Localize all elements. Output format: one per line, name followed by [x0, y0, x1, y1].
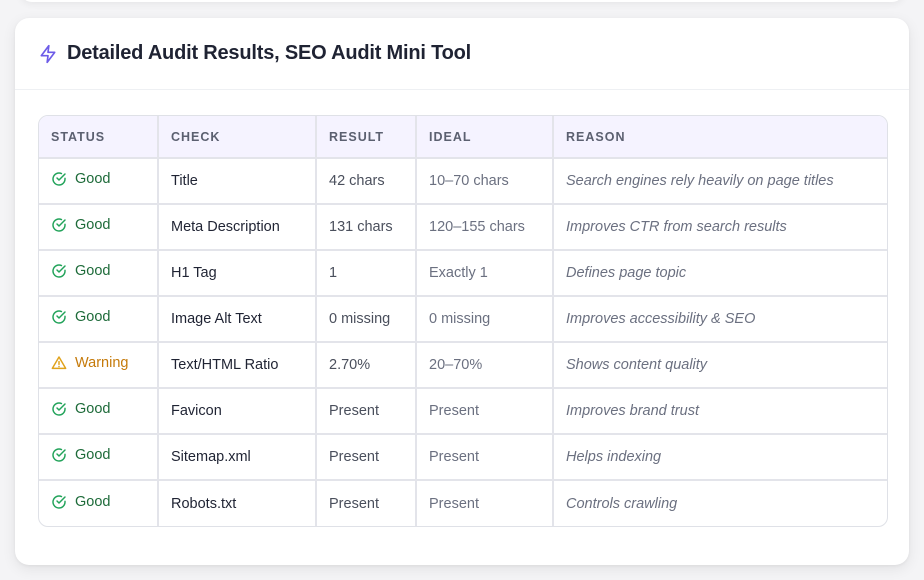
column-header-result: RESULT — [316, 116, 417, 159]
table-header-row: STATUS CHECK RESULT IDEAL REASON — [39, 116, 887, 159]
status-cell: Good — [39, 434, 159, 481]
check-cell: Text/HTML Ratio — [158, 342, 317, 389]
check-circle-icon — [51, 401, 67, 417]
column-header-status: STATUS — [39, 116, 159, 159]
status-badge: Good — [51, 447, 110, 463]
status-badge: Good — [51, 263, 110, 279]
result-cell: Present — [316, 388, 417, 435]
check-circle-icon — [51, 171, 67, 187]
status-cell: Good — [39, 388, 159, 435]
result-cell: 0 missing — [316, 296, 417, 343]
audit-results-card: Detailed Audit Results, SEO Audit Mini T… — [15, 18, 909, 565]
card-title: Detailed Audit Results, SEO Audit Mini T… — [67, 42, 471, 64]
status-label: Good — [75, 401, 111, 417]
reason-cell: Search engines rely heavily on page titl… — [553, 158, 887, 205]
reason-cell: Improves brand trust — [553, 388, 887, 435]
status-label: Good — [75, 493, 111, 510]
reason-cell: Helps indexing — [553, 434, 887, 481]
status-badge: Good — [51, 401, 110, 417]
result-cell: Present — [316, 480, 417, 526]
column-header-check: CHECK — [158, 116, 317, 159]
check-circle-icon — [51, 447, 67, 463]
table-row: Good Meta Description 131 chars 120–155 cha… — [39, 204, 887, 251]
status-cell: Good — [39, 204, 159, 251]
check-circle-icon — [51, 263, 67, 279]
audit-table: STATUS CHECK RESULT IDEAL REASON Good Tit… — [39, 116, 887, 526]
check-circle-icon — [51, 494, 67, 510]
status-cell: Good — [39, 250, 159, 297]
reason-cell: Improves CTR from search results — [553, 204, 887, 251]
card-header: Detailed Audit Results, SEO Audit Mini T… — [15, 18, 909, 90]
ideal-cell: Present — [416, 388, 554, 435]
status-cell: Good — [39, 480, 159, 526]
status-cell: Good — [39, 158, 159, 205]
status-badge: Good — [51, 309, 110, 325]
ideal-cell: 120–155 chars — [416, 204, 554, 251]
check-cell: Sitemap.xml — [158, 434, 317, 481]
check-cell: Title — [158, 158, 317, 205]
table-row: Good Favicon Present Present Improves brand … — [39, 388, 887, 435]
status-badge: Good — [51, 171, 110, 187]
result-cell: Present — [316, 434, 417, 481]
check-circle-icon — [51, 217, 67, 233]
check-circle-icon — [51, 309, 67, 325]
warning-triangle-icon — [51, 355, 67, 371]
table-row: Good Image Alt Text 0 missing 0 missing Impr… — [39, 296, 887, 343]
status-label: Warning — [75, 355, 129, 371]
audit-table-container: STATUS CHECK RESULT IDEAL REASON Good Tit… — [38, 115, 888, 527]
ideal-cell: 20–70% — [416, 342, 554, 389]
table-body: Good Title 42 chars 10–70 chars Search engin… — [39, 158, 887, 526]
status-cell: Good — [39, 296, 159, 343]
ideal-cell: Present — [416, 480, 554, 526]
check-cell: H1 Tag — [158, 250, 317, 297]
result-cell: 2.70% — [316, 342, 417, 389]
ideal-cell: Exactly 1 — [416, 250, 554, 297]
table-row: Good Sitemap.xml Present Present Helps index… — [39, 434, 887, 481]
status-badge: Good — [51, 494, 110, 510]
check-cell: Favicon — [158, 388, 317, 435]
reason-cell: Controls crawling — [566, 495, 678, 512]
reason-cell: Improves accessibility & SEO — [553, 296, 887, 343]
table-row: Good Title 42 chars 10–70 chars Search engin… — [39, 158, 887, 205]
status-cell: Warning — [39, 342, 159, 389]
status-badge: Good — [51, 217, 110, 233]
result-cell: 42 chars — [316, 158, 417, 205]
lightning-icon — [38, 44, 58, 64]
table-row: Good H1 Tag 1 Exactly 1 Defines page topic — [39, 250, 887, 297]
check-cell: Meta Description — [158, 204, 317, 251]
check-cell: Image Alt Text — [158, 296, 317, 343]
status-badge: Warning — [51, 355, 128, 371]
column-header-reason: REASON — [553, 116, 887, 159]
status-label: Good — [75, 171, 111, 187]
column-header-ideal: IDEAL — [416, 116, 554, 159]
status-label: Good — [75, 217, 111, 233]
reason-cell: Shows content quality — [553, 342, 887, 389]
table-row: Warning Text/HTML Ratio 2.70% 20–70% Shows c… — [39, 342, 887, 389]
previous-card-edge — [20, 0, 904, 2]
status-label: Good — [75, 309, 111, 325]
status-label: Good — [75, 263, 111, 279]
ideal-cell: 0 missing — [416, 296, 554, 343]
ideal-cell: Present — [416, 434, 554, 481]
table-row: Good Robots.txt Present Present Controls cra… — [39, 480, 887, 526]
result-cell: 1 — [316, 250, 417, 297]
result-cell: 131 chars — [316, 204, 417, 251]
check-cell: Robots.txt — [158, 480, 317, 526]
ideal-cell: 10–70 chars — [416, 158, 554, 205]
status-label: Good — [75, 447, 111, 463]
reason-cell: Defines page topic — [553, 250, 887, 297]
